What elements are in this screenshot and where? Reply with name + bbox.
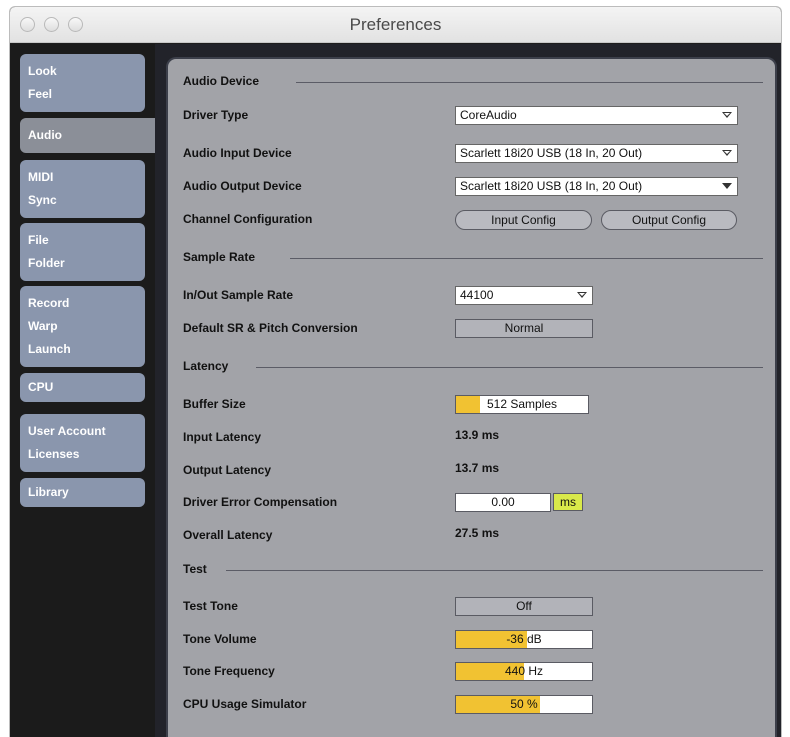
section-divider	[256, 367, 763, 368]
section-divider	[226, 570, 763, 571]
sample-rate-label: In/Out Sample Rate	[183, 288, 294, 302]
chevron-down-icon	[722, 150, 732, 156]
tab-label: Launch	[28, 342, 71, 356]
tone-volume-label: Tone Volume	[183, 632, 257, 646]
output-latency-label: Output Latency	[183, 463, 272, 477]
tone-frequency-field[interactable]: 440 Hz	[455, 662, 593, 681]
input-latency-value: 13.9 ms	[455, 428, 500, 442]
section-title-sample-rate: Sample Rate	[183, 250, 256, 264]
tab-label: Look	[28, 64, 57, 78]
sample-rate-select[interactable]: 44100	[455, 286, 593, 305]
cpu-usage-simulator-field[interactable]: 50 %	[455, 695, 593, 714]
window-title: Preferences	[349, 15, 442, 34]
audio-settings-content: Audio Device Driver Type CoreAudio Audio…	[166, 57, 777, 737]
driver-type-value: CoreAudio	[460, 108, 517, 122]
driver-type-select[interactable]: CoreAudio	[455, 106, 738, 125]
tab-label: Licenses	[28, 447, 80, 461]
sr-pitch-conversion-label: Default SR & Pitch Conversion	[183, 321, 358, 335]
buffer-size-value: 512 Samples	[486, 397, 558, 411]
cpu-usage-simulator-display: 50 %	[456, 696, 592, 713]
audio-output-device-value: Scarlett 18i20 USB (18 In, 20 Out)	[460, 179, 643, 193]
test-tone-label: Test Tone	[183, 599, 238, 613]
tab-label: MIDI	[28, 170, 54, 184]
driver-type-label: Driver Type	[183, 108, 249, 122]
tab-label: Library	[28, 485, 69, 499]
chevron-down-icon	[577, 292, 587, 298]
tab-label: Warp	[28, 319, 58, 333]
section-title-test: Test	[183, 562, 207, 576]
tab-label: Folder	[28, 256, 65, 270]
tone-frequency-value: 440	[504, 664, 525, 678]
tab-label: User Account	[28, 424, 106, 438]
audio-input-device-select[interactable]: Scarlett 18i20 USB (18 In, 20 Out)	[455, 144, 738, 163]
section-divider	[296, 82, 763, 83]
buffer-size-field[interactable]: 512 Samples	[455, 395, 589, 414]
preferences-sidebar: Look Feel Audio MIDI Sync File Folder Re…	[10, 44, 156, 737]
sr-pitch-conversion-button[interactable]: Normal	[455, 319, 593, 338]
tab-label: CPU	[28, 380, 54, 394]
output-config-button[interactable]: Output Config	[601, 210, 737, 230]
audio-output-device-label: Audio Output Device	[183, 179, 302, 193]
tab-midi-sync[interactable]: MIDI Sync	[20, 160, 145, 218]
audio-input-device-label: Audio Input Device	[183, 146, 292, 160]
tab-file-folder[interactable]: File Folder	[20, 223, 145, 281]
driver-error-compensation-field[interactable]: 0.00	[455, 493, 551, 512]
tab-look-feel[interactable]: Look Feel	[20, 54, 145, 112]
preferences-window: Preferences Look Feel Audio MIDI Sync Fi…	[9, 6, 782, 737]
tone-volume-display: -36 dB	[456, 631, 592, 648]
overall-latency-value: 27.5 ms	[455, 526, 500, 540]
chevron-down-icon	[722, 183, 732, 189]
title-bar[interactable]: Preferences	[10, 7, 781, 43]
tab-audio[interactable]: Audio	[20, 118, 156, 153]
cpu-usage-simulator-value: 50	[510, 697, 524, 711]
channel-configuration-label: Channel Configuration	[183, 212, 313, 226]
driver-error-compensation-label: Driver Error Compensation	[183, 495, 338, 509]
section-title-audio-device: Audio Device	[183, 74, 260, 88]
tone-frequency-unit: Hz	[528, 664, 544, 678]
cpu-usage-simulator-label: CPU Usage Simulator	[183, 697, 307, 711]
tone-frequency-display: 440 Hz	[456, 663, 592, 680]
tab-user-account-licenses[interactable]: User Account Licenses	[20, 414, 145, 472]
tab-label: Feel	[28, 87, 53, 101]
driver-error-unit-badge[interactable]: ms	[553, 493, 583, 511]
tone-volume-field[interactable]: -36 dB	[455, 630, 593, 649]
section-title-latency: Latency	[183, 359, 229, 373]
audio-input-device-value: Scarlett 18i20 USB (18 In, 20 Out)	[460, 146, 643, 160]
tab-label: Sync	[28, 193, 57, 207]
buffer-size-label: Buffer Size	[183, 397, 246, 411]
audio-preferences-panel: Audio Device Driver Type CoreAudio Audio…	[155, 44, 781, 737]
tone-volume-value: -36	[506, 632, 524, 646]
tab-label: Audio	[28, 128, 62, 142]
overall-latency-label: Overall Latency	[183, 528, 273, 542]
tab-record-warp-launch[interactable]: Record Warp Launch	[20, 286, 145, 367]
tab-label: File	[28, 233, 49, 247]
driver-error-compensation-value: 0.00	[491, 495, 515, 509]
audio-output-device-select[interactable]: Scarlett 18i20 USB (18 In, 20 Out)	[455, 177, 738, 196]
chevron-down-icon	[722, 112, 732, 118]
section-divider	[290, 258, 763, 259]
input-config-button[interactable]: Input Config	[455, 210, 592, 230]
tab-cpu[interactable]: CPU	[20, 373, 145, 402]
sample-rate-value: 44100	[460, 288, 494, 302]
tab-label: Record	[28, 296, 70, 310]
test-tone-toggle[interactable]: Off	[455, 597, 593, 616]
output-latency-value: 13.7 ms	[455, 461, 500, 475]
tone-volume-unit: dB	[527, 632, 542, 646]
cpu-usage-simulator-unit: %	[527, 697, 538, 711]
tab-library[interactable]: Library	[20, 478, 145, 507]
input-latency-label: Input Latency	[183, 430, 262, 444]
tone-frequency-label: Tone Frequency	[183, 664, 275, 678]
